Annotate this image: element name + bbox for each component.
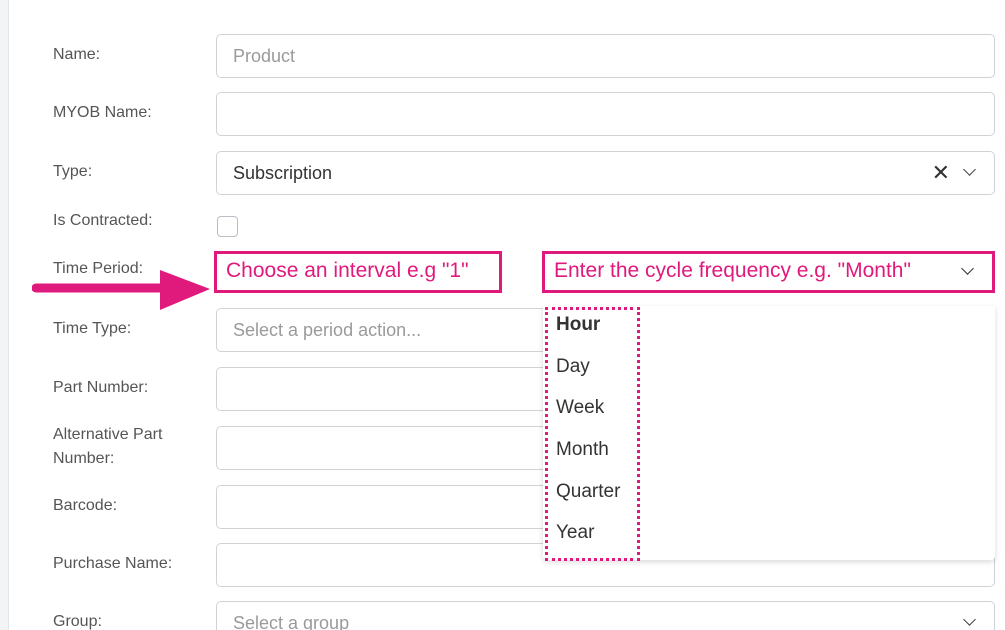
time-type-label: Time Type:	[53, 320, 132, 337]
frequency-select-annotation[interactable]: Enter the cycle frequency e.g. "Month"	[542, 251, 995, 293]
myob-name-label: MYOB Name:	[53, 104, 152, 121]
dropdown-option-week[interactable]: Week	[556, 395, 604, 421]
dropdown-option-day[interactable]: Day	[556, 354, 590, 380]
pointer-arrow-icon	[32, 270, 210, 310]
is-contracted-checkbox[interactable]	[217, 216, 238, 237]
dropdown-option-hour[interactable]: Hour	[556, 312, 600, 338]
is-contracted-label: Is Contracted:	[53, 212, 153, 229]
clear-icon[interactable]: ✕	[932, 152, 950, 194]
name-label: Name:	[53, 46, 101, 63]
myob-name-field[interactable]	[216, 92, 995, 136]
type-select-value: Subscription	[233, 163, 333, 183]
alternative-part-number-label: Alternative Part Number:	[53, 426, 163, 467]
chevron-down-icon[interactable]	[963, 613, 976, 626]
dropdown-option-month[interactable]: Month	[556, 437, 609, 463]
barcode-label: Barcode:	[53, 497, 118, 514]
group-select[interactable]: Select a group	[216, 601, 995, 630]
time-type-placeholder: Select a period action...	[233, 320, 422, 340]
chevron-down-icon[interactable]	[963, 163, 976, 176]
dropdown-option-quarter[interactable]: Quarter	[556, 479, 620, 505]
dropdown-option-year[interactable]: Year	[556, 520, 594, 546]
group-placeholder: Select a group	[233, 613, 350, 630]
interval-input-annotation[interactable]: Choose an interval e.g "1"	[214, 251, 502, 293]
name-field-value: Product	[233, 46, 296, 66]
part-number-label: Part Number:	[53, 379, 149, 396]
type-label: Type:	[53, 163, 93, 180]
name-field[interactable]: Product	[216, 34, 995, 78]
type-select[interactable]: Subscription ✕	[216, 151, 995, 195]
frequency-hint-text: Enter the cycle frequency e.g. "Month"	[554, 259, 911, 282]
interval-hint-text: Choose an interval e.g "1"	[226, 259, 469, 282]
purchase-name-label: Purchase Name:	[53, 555, 173, 572]
group-label: Group:	[53, 613, 102, 630]
page-left-edge	[0, 0, 9, 630]
